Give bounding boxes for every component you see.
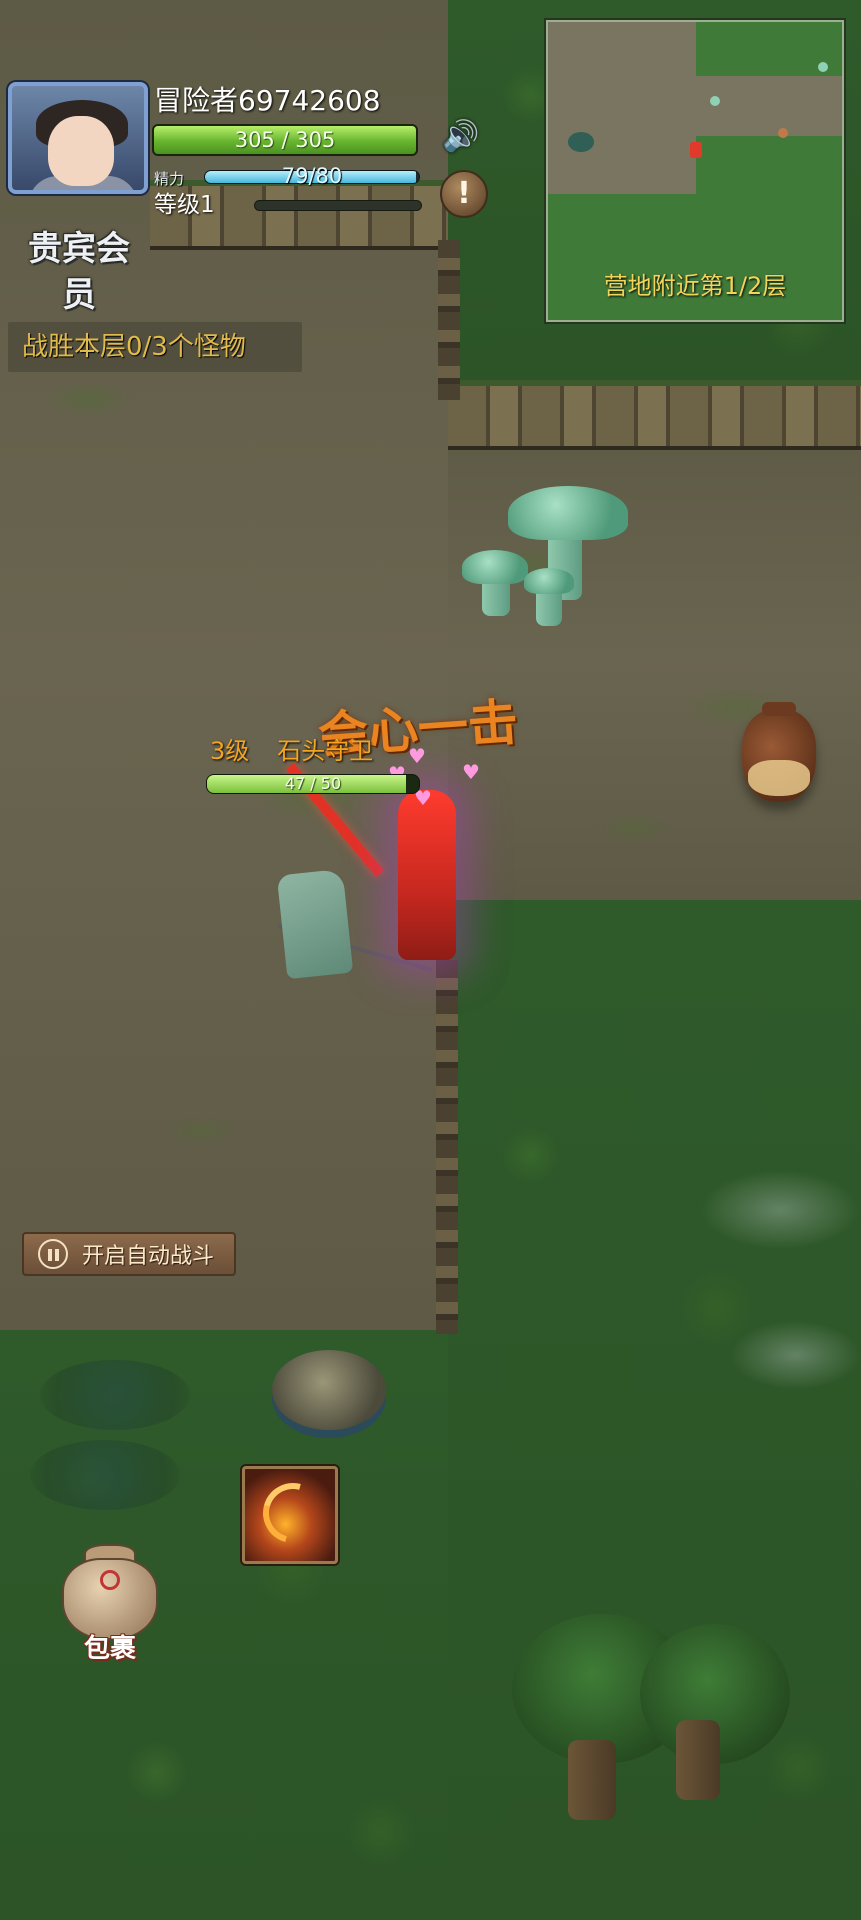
- grass-field: [448, 900, 861, 1920]
- player-avatar[interactable]: [8, 82, 148, 194]
- stamina-value: 79/80: [281, 164, 343, 188]
- rock-islet: [272, 1350, 386, 1430]
- enemy-name: 石头守卫: [277, 737, 374, 765]
- mushroom-cluster: [460, 480, 630, 650]
- auto-battle-button[interactable]: 开启自动战斗: [22, 1232, 236, 1276]
- minimap-player-marker: [690, 142, 702, 158]
- enemy-hp-bar: 47 / 50: [206, 774, 420, 794]
- quest-tracker[interactable]: 战胜本层0/3个怪物: [8, 322, 302, 372]
- sound-toggle-button[interactable]: 🔊: [438, 114, 484, 160]
- player-level: 等级1: [154, 192, 215, 218]
- heart-icon: ♥: [462, 760, 480, 784]
- hp-value: 305 / 305: [234, 128, 336, 152]
- flame-slash-icon: [252, 1472, 334, 1554]
- minimap-marker: [818, 62, 828, 72]
- cliff-edge: [438, 240, 460, 400]
- vip-badge[interactable]: 贵宾会员: [14, 226, 144, 315]
- exclamation-icon: !: [457, 176, 471, 211]
- cliff-edge: [436, 960, 458, 1334]
- skill-button[interactable]: [242, 1466, 338, 1564]
- minimap-marker: [568, 132, 594, 152]
- bag-label: 包裹: [83, 1634, 136, 1664]
- fog-cloud: [730, 1320, 861, 1390]
- tree-trunk: [676, 1720, 720, 1800]
- auto-battle-label: 开启自动战斗: [82, 1244, 215, 1269]
- minimap[interactable]: 营地附近第1/2层: [546, 20, 844, 322]
- notification-button[interactable]: !: [440, 170, 488, 218]
- cliff-edge: [448, 380, 861, 450]
- fog-cloud: [700, 1170, 860, 1250]
- enemy-level: 3级: [210, 737, 250, 765]
- location-label: 营地附近第1/2层: [603, 272, 787, 300]
- stone-guard-enemy[interactable]: [276, 868, 354, 980]
- exp-bar: [254, 200, 422, 211]
- enemy-nameplate: 3级 石头守卫: [210, 736, 430, 766]
- stamina-label: 精力: [154, 170, 185, 188]
- pond: [40, 1360, 190, 1430]
- hero-character: [398, 790, 456, 960]
- pond: [30, 1440, 180, 1510]
- speaker-icon: 🔊: [442, 119, 480, 154]
- minimap-marker: [778, 128, 788, 138]
- pause-icon: [38, 1239, 68, 1269]
- player-name: 冒险者69742608: [154, 84, 381, 117]
- enemy-hp-value: 47 / 50: [284, 774, 342, 793]
- minimap-marker: [710, 96, 720, 106]
- bag-button[interactable]: 包裹: [54, 1540, 166, 1668]
- clay-jar[interactable]: [742, 702, 816, 802]
- hp-bar: 305 / 305: [152, 124, 418, 156]
- tree-trunk: [568, 1740, 616, 1820]
